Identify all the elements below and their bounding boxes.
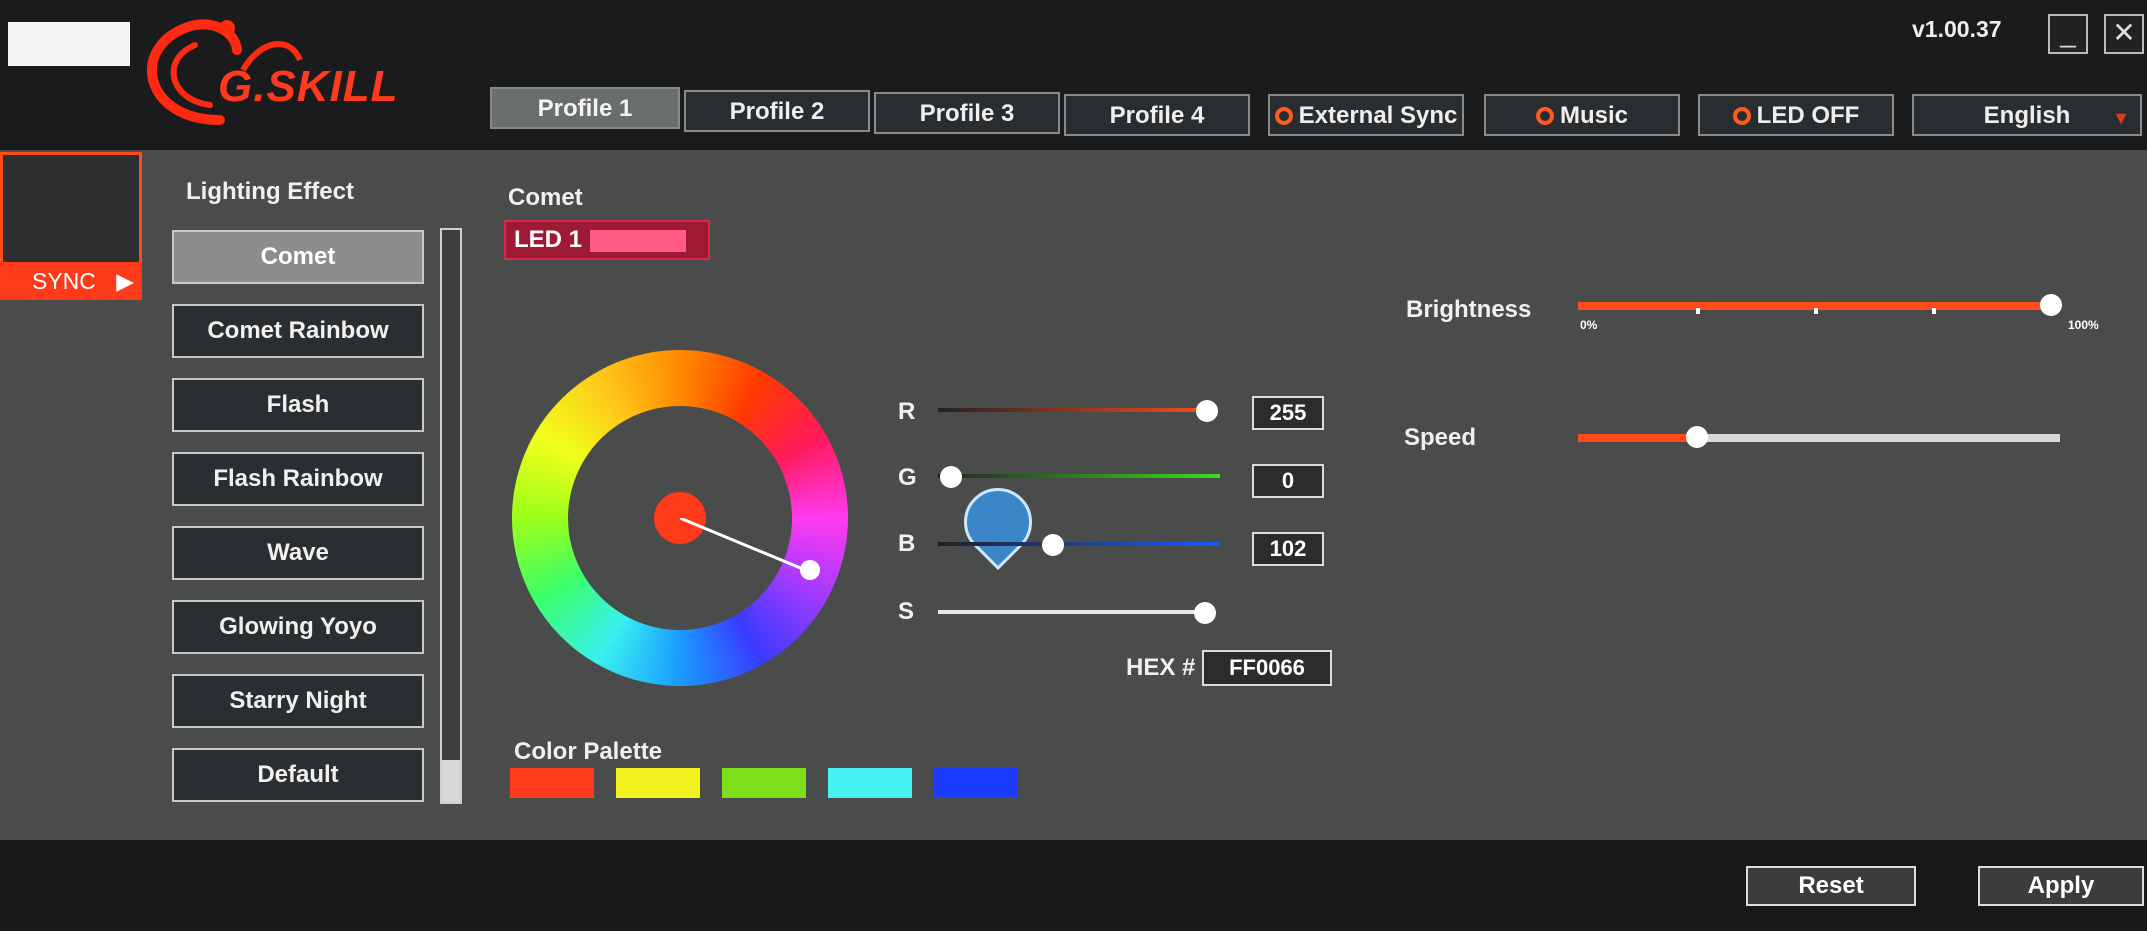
palette-swatch-yellow[interactable] bbox=[616, 768, 700, 798]
g-slider-track[interactable] bbox=[938, 474, 1220, 478]
b-slider-track[interactable] bbox=[938, 542, 1220, 546]
r-value-input[interactable]: 255 bbox=[1252, 396, 1324, 430]
dropdown-arrow-icon: ▼ bbox=[2112, 108, 2130, 128]
led-1-label: LED 1 bbox=[514, 226, 583, 253]
music-label: Music bbox=[1559, 102, 1628, 129]
play-right-icon: ▶ bbox=[116, 268, 134, 294]
tab-profile-1[interactable]: Profile 1 bbox=[490, 87, 680, 129]
palette-swatch-blue[interactable] bbox=[934, 768, 1018, 798]
effect-flash[interactable]: Flash bbox=[172, 378, 424, 432]
speed-slider-handle[interactable] bbox=[1686, 426, 1708, 448]
led-off-label: LED OFF bbox=[1756, 102, 1860, 129]
brightness-slider-handle[interactable] bbox=[2040, 294, 2062, 316]
external-sync-label: External Sync bbox=[1298, 102, 1458, 129]
effect-glowing-yoyo[interactable]: Glowing Yoyo bbox=[172, 600, 424, 654]
hex-input[interactable]: FF0066 bbox=[1202, 650, 1332, 686]
memory-module-image bbox=[8, 22, 130, 66]
led-off-toggle[interactable]: LED OFF bbox=[1698, 94, 1894, 136]
color-wheel-handle[interactable] bbox=[800, 560, 820, 580]
color-palette-heading: Color Palette bbox=[514, 738, 663, 765]
minimize-button[interactable]: _ bbox=[2048, 14, 2088, 54]
tab-profile-3[interactable]: Profile 3 bbox=[874, 92, 1060, 134]
effect-list-scrollbar[interactable] bbox=[440, 228, 462, 804]
radio-dot-icon bbox=[1732, 107, 1751, 125]
palette-swatch-cyan[interactable] bbox=[828, 768, 912, 798]
g-value-input[interactable]: 0 bbox=[1252, 464, 1324, 498]
close-button[interactable]: ✕ bbox=[2104, 14, 2144, 54]
effect-comet-rainbow[interactable]: Comet Rainbow bbox=[172, 304, 424, 358]
version-label: v1.00.37 bbox=[1912, 16, 2002, 42]
sync-button[interactable]: SYNC ▶ bbox=[0, 262, 142, 300]
brightness-min-label: 0% bbox=[1580, 318, 1598, 332]
external-sync-toggle[interactable]: External Sync bbox=[1268, 94, 1464, 136]
hex-label: HEX # bbox=[1126, 654, 1196, 681]
radio-dot-icon bbox=[1535, 107, 1554, 125]
speed-slider-fill bbox=[1578, 434, 1696, 442]
brand-text: G.SKILL bbox=[218, 62, 399, 111]
palette-swatch-green[interactable] bbox=[722, 768, 806, 798]
brightness-max-label: 100% bbox=[2068, 318, 2099, 332]
language-select[interactable]: English ▼ bbox=[1912, 94, 2142, 136]
reset-button[interactable]: Reset bbox=[1746, 866, 1916, 906]
effect-default[interactable]: Default bbox=[172, 748, 424, 802]
led-1-color-swatch bbox=[590, 230, 686, 252]
brightness-tick bbox=[1932, 308, 1936, 314]
s-slider-handle[interactable] bbox=[1194, 602, 1216, 624]
apply-button[interactable]: Apply bbox=[1978, 866, 2144, 906]
r-slider-track[interactable] bbox=[938, 408, 1210, 412]
brightness-tick bbox=[1814, 308, 1818, 314]
r-label: R bbox=[898, 398, 916, 425]
lighting-effect-heading: Lighting Effect bbox=[186, 178, 354, 205]
s-label: S bbox=[898, 598, 915, 625]
effect-wave[interactable]: Wave bbox=[172, 526, 424, 580]
effect-title: Comet bbox=[508, 184, 583, 211]
color-wheel-pointer-line bbox=[680, 518, 811, 574]
b-label: B bbox=[898, 530, 916, 557]
speed-label: Speed bbox=[1404, 424, 1477, 451]
effect-starry-night[interactable]: Starry Night bbox=[172, 674, 424, 728]
language-value: English bbox=[1983, 102, 2071, 129]
effect-flash-rainbow[interactable]: Flash Rainbow bbox=[172, 452, 424, 506]
scrollbar-thumb[interactable] bbox=[442, 760, 460, 802]
music-toggle[interactable]: Music bbox=[1484, 94, 1680, 136]
g-label: G bbox=[898, 464, 917, 491]
radio-dot-icon bbox=[1274, 107, 1293, 125]
g-slider-handle[interactable] bbox=[940, 466, 962, 488]
b-slider-handle[interactable] bbox=[1042, 534, 1064, 556]
tab-profile-2[interactable]: Profile 2 bbox=[684, 90, 870, 132]
sync-label: SYNC bbox=[32, 268, 96, 294]
brightness-tick bbox=[1696, 308, 1700, 314]
r-slider-handle[interactable] bbox=[1196, 400, 1218, 422]
palette-swatch-red[interactable] bbox=[510, 768, 594, 798]
b-value-input[interactable]: 102 bbox=[1252, 532, 1324, 566]
tab-profile-4[interactable]: Profile 4 bbox=[1064, 94, 1250, 136]
brightness-label: Brightness bbox=[1406, 296, 1532, 323]
effect-comet[interactable]: Comet bbox=[172, 230, 424, 284]
s-slider-track[interactable] bbox=[938, 610, 1208, 614]
